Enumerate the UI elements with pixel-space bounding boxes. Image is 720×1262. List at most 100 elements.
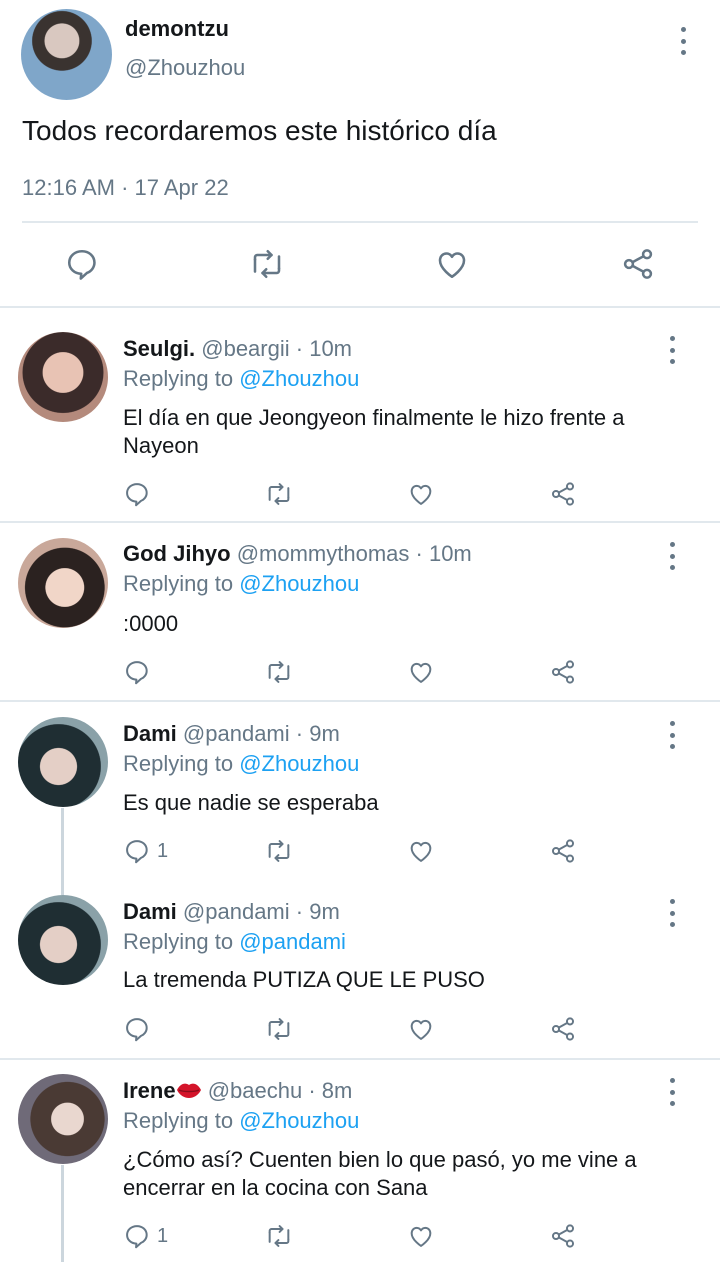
reply-tweet: God Jihyo @mommythomas · 10m Replying to… bbox=[0, 524, 720, 702]
heart-icon bbox=[410, 1019, 432, 1040]
reply-text: La tremenda PUTIZA QUE LE PUSO bbox=[123, 967, 485, 992]
reply-actions bbox=[123, 1013, 583, 1045]
replying-to: Replying to @Zhouzhou bbox=[123, 751, 359, 777]
avatar[interactable] bbox=[18, 538, 108, 628]
speech-bubble-icon bbox=[126, 661, 148, 685]
speech-bubble-icon bbox=[126, 483, 148, 507]
reply-actions bbox=[123, 656, 583, 688]
replying-prefix: Replying to bbox=[123, 1108, 240, 1133]
share-button[interactable] bbox=[620, 246, 656, 282]
separator: · bbox=[289, 899, 310, 924]
speech-bubble-icon bbox=[126, 1225, 148, 1249]
like-button[interactable] bbox=[407, 1220, 435, 1252]
author-name[interactable]: Dami bbox=[123, 899, 177, 924]
retweet-button[interactable] bbox=[265, 656, 293, 688]
more-vertical-icon[interactable] bbox=[662, 1078, 682, 1106]
author-handle[interactable]: @baechu bbox=[208, 1078, 303, 1103]
reply-button[interactable]: 1 bbox=[123, 1220, 168, 1252]
author-name[interactable]: Dami bbox=[123, 721, 177, 746]
more-vertical-icon[interactable] bbox=[662, 721, 682, 749]
share-button[interactable] bbox=[549, 835, 577, 867]
like-button[interactable] bbox=[407, 1013, 435, 1045]
reply-button[interactable] bbox=[64, 246, 100, 282]
replying-to: Replying to @Zhouzhou bbox=[123, 1108, 359, 1134]
avatar[interactable] bbox=[18, 332, 108, 422]
reply-actions bbox=[123, 478, 583, 510]
retweet-icon bbox=[268, 483, 290, 505]
reply-header: Dami @pandami · 9m bbox=[123, 899, 340, 925]
like-button[interactable] bbox=[434, 246, 470, 282]
replying-mention[interactable]: @Zhouzhou bbox=[239, 366, 359, 391]
reply-button[interactable]: 1 bbox=[123, 835, 168, 867]
reply-time: 10m bbox=[428, 541, 472, 566]
reply-actions: 1 bbox=[123, 1220, 583, 1252]
separator: · bbox=[409, 541, 429, 566]
reply-tweet: Dami @pandami · 9m Replying to @pandami … bbox=[0, 881, 720, 1060]
author-handle[interactable]: @pandami bbox=[183, 721, 290, 746]
heart-icon bbox=[438, 252, 466, 279]
avatar[interactable] bbox=[21, 9, 112, 100]
replying-prefix: Replying to bbox=[123, 571, 240, 596]
share-icon bbox=[551, 1224, 575, 1248]
reply-time: 9m bbox=[309, 899, 340, 924]
heart-icon bbox=[410, 1226, 432, 1247]
reply-text: El día en que Jeongyeon finalmente le hi… bbox=[123, 405, 625, 458]
tweet-text: Todos recordaremos este histórico día bbox=[22, 115, 497, 146]
speech-bubble-icon bbox=[126, 1018, 148, 1042]
reply-count: 1 bbox=[157, 1224, 169, 1247]
retweet-icon bbox=[268, 1225, 290, 1247]
share-button[interactable] bbox=[549, 478, 577, 510]
reply-button[interactable] bbox=[123, 1013, 157, 1045]
share-icon bbox=[551, 1017, 575, 1041]
reply-count: 1 bbox=[157, 839, 169, 862]
more-vertical-icon[interactable] bbox=[662, 542, 682, 570]
author-name[interactable]: Irene bbox=[123, 1078, 176, 1103]
retweet-icon bbox=[268, 661, 290, 683]
author-handle[interactable]: @mommythomas bbox=[237, 541, 410, 566]
reply-text: ¿Cómo así? Cuenten bien lo que pasó, yo … bbox=[123, 1147, 637, 1200]
kiss-lips-emoji bbox=[176, 1083, 201, 1098]
share-icon bbox=[623, 249, 653, 279]
reply-button[interactable] bbox=[123, 656, 157, 688]
replying-prefix: Replying to bbox=[123, 751, 240, 776]
retweet-button[interactable] bbox=[265, 1013, 293, 1045]
more-vertical-icon[interactable] bbox=[673, 27, 693, 55]
reply-tweet: Dami @pandami · 9m Replying to @Zhouzhou… bbox=[0, 703, 720, 881]
author-name[interactable]: Seulgi. bbox=[123, 336, 195, 361]
avatar[interactable] bbox=[18, 717, 108, 807]
share-button[interactable] bbox=[549, 1013, 577, 1045]
author-handle[interactable]: @pandami bbox=[183, 899, 290, 924]
author-name[interactable]: God Jihyo bbox=[123, 541, 231, 566]
speech-bubble-icon bbox=[126, 840, 148, 864]
share-button[interactable] bbox=[549, 1220, 577, 1252]
divider bbox=[0, 521, 720, 523]
replying-mention[interactable]: @pandami bbox=[239, 929, 346, 954]
reply-button[interactable] bbox=[123, 478, 157, 510]
divider bbox=[0, 700, 720, 702]
author-handle[interactable]: @beargii bbox=[201, 336, 289, 361]
more-vertical-icon[interactable] bbox=[662, 336, 682, 364]
author-name[interactable]: demontzu bbox=[125, 16, 229, 42]
replying-mention[interactable]: @Zhouzhou bbox=[239, 751, 359, 776]
like-button[interactable] bbox=[407, 835, 435, 867]
avatar[interactable] bbox=[18, 1074, 108, 1164]
retweet-button[interactable] bbox=[265, 835, 293, 867]
replying-mention[interactable]: @Zhouzhou bbox=[239, 1108, 359, 1133]
separator: · bbox=[302, 1078, 322, 1103]
reply-time: 10m bbox=[309, 336, 352, 361]
retweet-icon bbox=[253, 249, 281, 279]
retweet-button[interactable] bbox=[249, 246, 285, 282]
replying-to: Replying to @pandami bbox=[123, 929, 346, 955]
avatar[interactable] bbox=[18, 895, 108, 985]
like-button[interactable] bbox=[407, 478, 435, 510]
share-button[interactable] bbox=[549, 656, 577, 688]
share-icon bbox=[551, 660, 575, 684]
replying-mention[interactable]: @Zhouzhou bbox=[239, 571, 359, 596]
more-vertical-icon[interactable] bbox=[662, 899, 682, 927]
divider bbox=[22, 221, 698, 223]
retweet-button[interactable] bbox=[265, 478, 293, 510]
reply-tweet: Irene @baechu · 8m Replying to @Zhouzhou… bbox=[0, 1060, 720, 1262]
author-handle[interactable]: @Zhouzhou bbox=[125, 55, 245, 81]
retweet-button[interactable] bbox=[265, 1220, 293, 1252]
like-button[interactable] bbox=[407, 656, 435, 688]
